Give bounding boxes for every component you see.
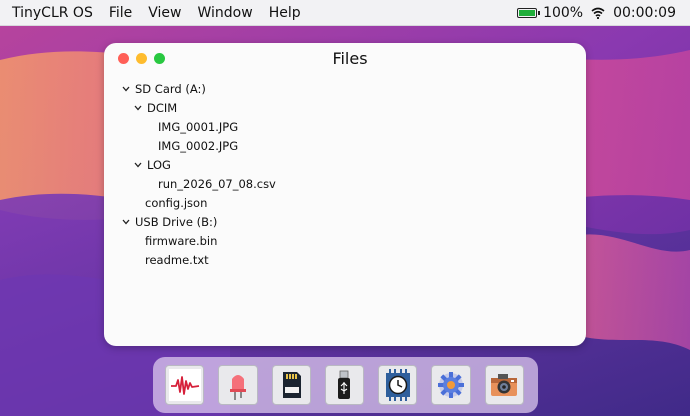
desktop: TinyCLR OS File View Window Help 100% 00… xyxy=(0,0,690,416)
tree-item-img-0001[interactable]: IMG_0001.JPG xyxy=(104,117,276,136)
wifi-icon[interactable] xyxy=(591,7,605,19)
menu-help[interactable]: Help xyxy=(269,5,301,21)
tree-label: IMG_0002.JPG xyxy=(158,138,239,153)
menu-bar: TinyCLR OS File View Window Help 100% 00… xyxy=(0,0,690,26)
tree-label: DCIM xyxy=(147,100,178,115)
sd-card-icon[interactable] xyxy=(271,365,311,405)
camera-icon[interactable] xyxy=(484,365,524,405)
tree-label: config.json xyxy=(145,195,208,210)
file-tree: SD Card (A:) DCIM IMG_0001.JPG IMG_0002.… xyxy=(104,79,276,269)
tree-item-img-0002[interactable]: IMG_0002.JPG xyxy=(104,136,276,155)
led-icon[interactable] xyxy=(218,365,258,405)
clock-chip-icon[interactable] xyxy=(378,365,418,405)
tree-label: LOG xyxy=(147,157,171,172)
menu-window[interactable]: Window xyxy=(198,5,253,21)
window-title: Files xyxy=(332,49,368,68)
chevron-down-icon[interactable] xyxy=(120,86,132,92)
tree-label: firmware.bin xyxy=(145,233,218,248)
tree-label: SD Card (A:) xyxy=(135,81,206,96)
clock: 00:00:09 xyxy=(613,4,676,21)
menu-file[interactable]: File xyxy=(109,5,132,21)
tree-item-firmware-bin[interactable]: firmware.bin xyxy=(104,231,276,250)
battery-fill xyxy=(519,9,536,16)
chevron-down-icon[interactable] xyxy=(132,105,144,111)
dock xyxy=(153,357,538,413)
battery-icon xyxy=(517,7,541,18)
tree-item-usb-drive[interactable]: USB Drive (B:) xyxy=(104,212,276,231)
settings-gear-icon[interactable] xyxy=(431,365,471,405)
battery-percent: 100% xyxy=(543,4,584,21)
tree-item-log[interactable]: LOG xyxy=(104,155,276,174)
chevron-down-icon[interactable] xyxy=(120,219,132,225)
tree-item-config-json[interactable]: config.json xyxy=(104,193,276,212)
tree-label: IMG_0001.JPG xyxy=(158,119,239,134)
tree-item-run-csv[interactable]: run_2026_07_08.csv xyxy=(104,174,276,193)
usb-drive-icon[interactable] xyxy=(324,365,365,405)
tree-item-readme-txt[interactable]: readme.txt xyxy=(104,250,276,269)
tree-label: run_2026_07_08.csv xyxy=(158,176,276,191)
chevron-down-icon[interactable] xyxy=(132,162,144,168)
waveform-icon[interactable] xyxy=(165,365,205,405)
menu-view[interactable]: View xyxy=(148,5,181,21)
files-window: Files SD Card (A:) DCIM IMG_0001.JPG IMG… xyxy=(104,43,586,346)
app-name[interactable]: TinyCLR OS xyxy=(12,5,93,21)
tree-label: USB Drive (B:) xyxy=(135,214,218,229)
tree-label: readme.txt xyxy=(145,252,209,267)
tree-item-dcim[interactable]: DCIM xyxy=(104,98,276,117)
tree-item-sd-card[interactable]: SD Card (A:) xyxy=(104,79,276,98)
